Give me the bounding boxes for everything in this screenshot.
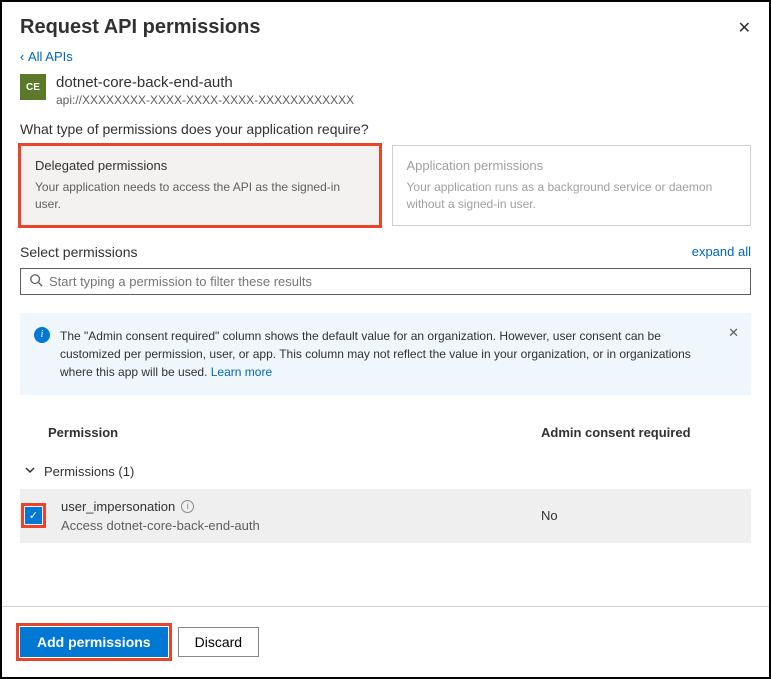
search-icon [29, 273, 43, 290]
permission-description: Access dotnet-core-back-end-auth [61, 518, 541, 533]
expand-all-link[interactable]: expand all [692, 244, 751, 259]
permission-type-question: What type of permissions does your appli… [20, 121, 751, 137]
app-summary: CE dotnet-core-back-end-auth api://XXXXX… [20, 74, 751, 107]
action-footer: Add permissions Discard [2, 606, 769, 677]
card-title: Delegated permissions [35, 158, 365, 173]
column-admin-consent: Admin consent required [541, 425, 751, 440]
select-permissions-label: Select permissions [20, 244, 138, 260]
add-permissions-button[interactable]: Add permissions [20, 627, 168, 657]
learn-more-link[interactable]: Learn more [211, 365, 272, 379]
back-link-all-apis[interactable]: ‹ All APIs [20, 49, 73, 64]
info-callout: i The "Admin consent required" column sh… [20, 313, 751, 395]
permissions-table-header: Permission Admin consent required [20, 417, 751, 454]
chevron-down-icon [24, 464, 36, 479]
info-icon[interactable]: i [181, 500, 194, 513]
info-icon: i [34, 327, 50, 343]
card-desc: Your application needs to access the API… [35, 179, 365, 213]
page-title: Request API permissions [20, 16, 260, 39]
permission-search-input[interactable] [49, 274, 742, 289]
column-permission: Permission [48, 425, 541, 440]
dismiss-icon[interactable]: ✕ [728, 323, 739, 343]
admin-consent-value: No [541, 508, 751, 523]
app-icon: CE [20, 74, 46, 100]
close-icon[interactable]: ✕ [738, 18, 751, 38]
card-title: Application permissions [407, 158, 737, 173]
discard-button[interactable]: Discard [178, 627, 259, 657]
permissions-group-toggle[interactable]: Permissions (1) [20, 454, 751, 489]
back-link-label: All APIs [28, 49, 73, 64]
app-uri: api://XXXXXXXX-XXXX-XXXX-XXXX-XXXXXXXXXX… [56, 93, 354, 107]
permission-search[interactable] [20, 268, 751, 295]
card-desc: Your application runs as a background se… [407, 179, 737, 213]
permission-checkbox[interactable]: ✓ [25, 507, 42, 524]
group-label: Permissions (1) [44, 464, 134, 479]
application-permissions-card[interactable]: Application permissions Your application… [392, 145, 752, 226]
permission-name: user_impersonation [61, 499, 175, 514]
app-name: dotnet-core-back-end-auth [56, 74, 354, 91]
callout-text: The "Admin consent required" column show… [60, 329, 691, 379]
delegated-permissions-card[interactable]: Delegated permissions Your application n… [20, 145, 380, 226]
chevron-left-icon: ‹ [20, 49, 28, 64]
table-row: ✓ user_impersonation i Access dotnet-cor… [20, 489, 751, 543]
